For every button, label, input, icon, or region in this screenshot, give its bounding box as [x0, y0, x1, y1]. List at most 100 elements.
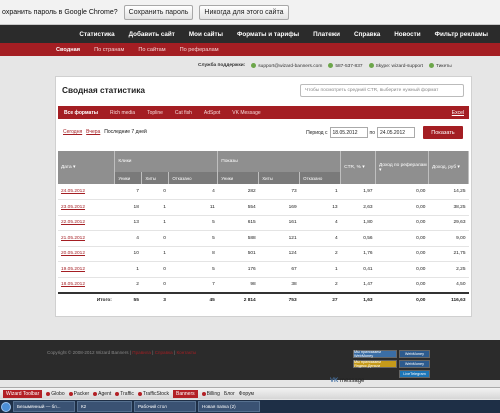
date-link[interactable]: 21.05.2012: [58, 230, 115, 247]
webmoney-badge-2[interactable]: WebMoney: [399, 350, 430, 358]
date-link[interactable]: 23.05.2012: [58, 199, 115, 216]
format-ctr-select[interactable]: Чтобы посмотреть средний CTR, выберите н…: [300, 84, 464, 97]
taskbar-item-paint[interactable]: Безымянный — бл...: [13, 401, 75, 412]
show-button[interactable]: Показать: [423, 126, 463, 139]
tab-vk-message[interactable]: VK Message: [232, 110, 260, 116]
nav-ad-filter[interactable]: Фильтр рекламы: [435, 31, 488, 38]
col-clicks-hits[interactable]: Хиты: [141, 172, 170, 184]
table-cell: 1,76: [340, 246, 376, 262]
nav-formats[interactable]: Форматы и тарифы: [237, 31, 299, 38]
nav-news[interactable]: Новости: [394, 31, 420, 38]
trafficstock-icon: [137, 391, 142, 396]
taskbar-item-desktop[interactable]: Рабочий стол: [134, 401, 196, 412]
vk-message-logo[interactable]: VK message: [330, 378, 364, 384]
table-cell: 0: [141, 277, 169, 293]
toolbar-blog[interactable]: Блог: [224, 391, 235, 397]
toolbar-traffic[interactable]: Traffic: [115, 391, 134, 397]
table-cell: 124: [258, 246, 300, 262]
table-cell: 29,63: [428, 215, 469, 231]
date-link[interactable]: 22.05.2012: [58, 215, 115, 231]
footer-link-help[interactable]: Справка: [155, 350, 173, 355]
subnav-summary[interactable]: Сводная: [56, 47, 80, 53]
support-skype[interactable]: Skype: wizard-support: [368, 63, 423, 69]
agent-icon: [93, 391, 98, 396]
main-nav: Статистика Добавить сайт Мои сайты Форма…: [0, 25, 500, 43]
table-cell: 1: [299, 261, 341, 278]
support-tickets[interactable]: Тикеты: [429, 63, 452, 69]
subnav-referrals[interactable]: По рефералам: [180, 47, 219, 53]
col-shows: Показы: [217, 151, 342, 172]
table-cell: 4: [114, 230, 142, 247]
date-link[interactable]: 20.05.2012: [58, 246, 115, 262]
excel-export-link[interactable]: Excel: [452, 110, 464, 116]
toolbar-agent[interactable]: Agent: [93, 391, 111, 397]
nav-my-sites[interactable]: Мои сайты: [189, 31, 223, 38]
support-email[interactable]: support@wizard-banners.com: [251, 63, 322, 69]
table-row: 19.05.2012 1 0 5 176 67 1 0,41 0,00 2,25: [58, 261, 469, 278]
tab-all-formats[interactable]: Все форматы: [64, 110, 98, 116]
col-shows-unique[interactable]: Уники: [217, 172, 260, 184]
table-cell: 13: [114, 215, 142, 231]
total-cell: 55: [114, 291, 142, 308]
table-cell: 10: [114, 246, 142, 262]
table-cell: 2: [299, 246, 341, 262]
nav-statistics[interactable]: Статистика: [79, 31, 114, 38]
footer-link-rules[interactable]: Правила: [132, 350, 151, 355]
toolbar-packer[interactable]: Packer: [68, 391, 89, 397]
table-cell: 14,25: [428, 184, 469, 200]
nav-payments[interactable]: Платежи: [313, 31, 340, 38]
toolbar-billing[interactable]: Billing: [201, 391, 220, 397]
col-clicks-unique[interactable]: Уники: [114, 172, 143, 184]
livetelegram-badge[interactable]: LiveTelegram: [399, 370, 430, 378]
date-link[interactable]: 24.05.2012: [58, 184, 115, 200]
col-shows-hits[interactable]: Хиты: [258, 172, 301, 184]
save-password-button[interactable]: Сохранить пароль: [123, 4, 194, 20]
taskbar-item-folder[interactable]: Новая папка (2): [198, 401, 260, 412]
subnav-countries[interactable]: По странам: [94, 47, 124, 53]
col-shows-refused[interactable]: Отказано: [299, 172, 342, 184]
table-cell: 0,00: [375, 246, 429, 262]
tab-adspot[interactable]: AdSpot: [204, 110, 220, 116]
table-cell: 5: [168, 215, 218, 231]
yandex-money-badge[interactable]: Мы принимаем Яндекс.Деньги: [353, 360, 397, 368]
col-clicks-refused[interactable]: Отказано: [168, 172, 219, 184]
date-to-input[interactable]: 24.05.2012: [377, 127, 415, 138]
col-ref-income[interactable]: Доход по рефералам ▾: [375, 151, 429, 184]
period-today[interactable]: Сегодня: [63, 129, 82, 135]
tab-topline[interactable]: Topline: [147, 110, 163, 116]
date-link[interactable]: 19.05.2012: [58, 261, 115, 278]
period-yesterday[interactable]: Вчера: [86, 129, 100, 135]
nav-add-site[interactable]: Добавить сайт: [129, 31, 175, 38]
start-button-icon[interactable]: [1, 401, 11, 412]
never-save-button[interactable]: Никогда для этого сайта: [199, 4, 289, 20]
col-income[interactable]: Доход, руб ▾: [428, 151, 470, 184]
toolbar-forum[interactable]: Форум: [239, 391, 254, 397]
footer-link-contacts[interactable]: Контакты: [176, 350, 196, 355]
toolbar-trafficstock[interactable]: TrafficStock: [137, 391, 169, 397]
total-row: Итого: 55 3 45 2 814 753 27 1,63 0,00 116,63: [58, 291, 469, 308]
date-link[interactable]: 18.05.2012: [58, 277, 115, 293]
table-row: 23.05.2012 18 1 11 554 169 13 2,63 0,00 38,25: [58, 199, 469, 216]
table-cell: 0,56: [340, 230, 376, 247]
tab-cat-fish[interactable]: Cat fish: [175, 110, 192, 116]
period-last-7-days[interactable]: Последние 7 дней: [104, 129, 147, 135]
toolbar-wizard[interactable]: Wizard Toolbar: [3, 389, 43, 398]
support-line: Служба поддержки: support@wizard-banners…: [198, 63, 452, 69]
wizard-toolbar: Wizard Toolbar Globo Packer Agent Traffi…: [0, 387, 500, 399]
total-cell: 1,63: [340, 291, 376, 308]
webmoney-badge[interactable]: Мы принимаем WebMoney: [353, 350, 397, 358]
webmoney-badge-3[interactable]: WebMoney: [399, 360, 430, 368]
period-presets: Сегодня Вчера Последние 7 дней: [63, 129, 147, 135]
table-cell: 0,00: [375, 199, 429, 216]
table-row: 21.05.2012 4 0 5 588 121 4 0,56 0,00 9,00: [58, 230, 469, 247]
toolbar-globo[interactable]: Globo: [46, 391, 65, 397]
subnav-sites[interactable]: По сайтам: [138, 47, 165, 53]
toolbar-banners[interactable]: Banners: [173, 389, 198, 398]
taskbar-item-k2[interactable]: К2: [77, 401, 132, 412]
tab-rich-media[interactable]: Rich media: [110, 110, 135, 116]
date-from-input[interactable]: 18.05.2012: [329, 127, 368, 138]
table-cell: 38: [258, 277, 300, 293]
nav-help[interactable]: Справка: [354, 31, 380, 38]
col-ctr[interactable]: CTR, % ▾: [340, 151, 377, 184]
col-date[interactable]: Дата ▾: [58, 151, 116, 184]
